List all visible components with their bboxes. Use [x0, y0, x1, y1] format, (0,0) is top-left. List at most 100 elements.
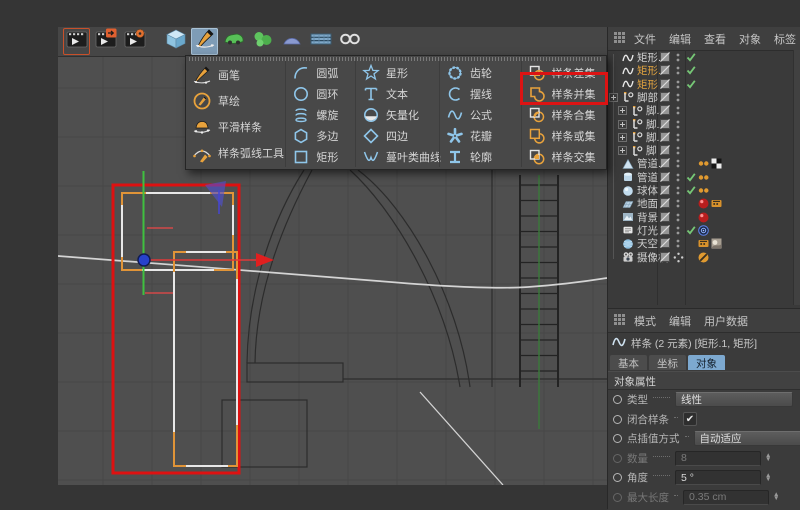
object-row-11[interactable]: 球体	[608, 184, 794, 197]
red-material-tag-icon[interactable]	[698, 211, 709, 224]
enabled-check-icon[interactable]	[686, 184, 697, 197]
object-name[interactable]: 脚部	[637, 91, 658, 104]
menu-item-spline-arc-tool[interactable]: 样条弧线工具	[186, 140, 285, 166]
enabled-check-icon[interactable]	[686, 171, 697, 184]
object-row-13[interactable]: 背景	[608, 211, 794, 224]
layer-tag-icon[interactable]	[660, 251, 671, 264]
menu-item-pen[interactable]: 画笔	[186, 62, 285, 88]
object-name[interactable]: 管道	[637, 171, 658, 184]
visibility-dots-icon[interactable]	[673, 224, 684, 237]
expand-icon[interactable]	[618, 144, 627, 157]
layer-tag-icon[interactable]	[660, 91, 671, 104]
object-row-3[interactable]: 矩形	[608, 78, 794, 91]
keyframe-ring-icon[interactable]	[613, 395, 622, 404]
最大长度-field[interactable]: 0.35 cm	[683, 490, 769, 505]
layer-tag-icon[interactable]	[660, 78, 671, 91]
menu-item-vectorize[interactable]: 矢量化	[356, 104, 439, 125]
stepper-icon[interactable]: ▲▼	[765, 474, 771, 482]
orange-dots-tag-icon[interactable]	[698, 157, 709, 170]
menu-item-text[interactable]: 文本	[356, 83, 439, 104]
visibility-dots-icon[interactable]	[673, 118, 684, 131]
layer-tag-icon[interactable]	[660, 211, 671, 224]
visibility-dots-icon[interactable]	[673, 131, 684, 144]
keyframe-ring-icon[interactable]	[613, 493, 622, 502]
visibility-dots-icon[interactable]	[673, 91, 684, 104]
keyframe-ring-icon[interactable]	[613, 454, 622, 463]
camera-lenses-button[interactable]	[336, 28, 363, 55]
object-name[interactable]: 地面	[637, 197, 658, 210]
visibility-dots-icon[interactable]	[673, 64, 684, 77]
menu-item-spline-or[interactable]: 样条或集	[522, 125, 607, 146]
menu-item-sketch[interactable]: 草绘	[186, 88, 285, 114]
闭合样条-checkbox[interactable]: ✔	[683, 412, 697, 426]
layer-tag-icon[interactable]	[660, 118, 671, 131]
object-name[interactable]: 脚	[646, 144, 657, 157]
environment-floor-button[interactable]	[307, 28, 334, 55]
expand-icon[interactable]	[618, 118, 627, 131]
object-row-1[interactable]: 矩形.2	[608, 51, 794, 64]
expand-icon[interactable]	[618, 104, 627, 117]
menu-item-star[interactable]: 星形	[356, 62, 439, 83]
expand-icon[interactable]	[609, 91, 618, 104]
visibility-dots-icon[interactable]	[673, 184, 684, 197]
layer-tag-icon[interactable]	[660, 224, 671, 237]
menu-item-profile[interactable]: 轮廓	[440, 146, 521, 167]
object-row-7[interactable]: 脚.1	[608, 131, 794, 144]
stepper-icon[interactable]: ▲▼	[773, 493, 779, 501]
metaball-object-button[interactable]	[249, 28, 276, 55]
am-menu-编辑[interactable]: 编辑	[669, 313, 691, 329]
enabled-check-icon[interactable]	[686, 51, 697, 64]
panel-grid-icon[interactable]	[614, 32, 625, 46]
object-name[interactable]: 球体	[637, 184, 658, 197]
visibility-dots-icon[interactable]	[673, 237, 684, 250]
visibility-dots-icon[interactable]	[673, 197, 684, 210]
keyframe-ring-icon[interactable]	[613, 473, 622, 482]
object-row-8[interactable]: 脚	[608, 144, 794, 157]
compositing-tag-icon[interactable]	[711, 197, 722, 210]
om-menu-文件[interactable]: 文件	[634, 31, 656, 47]
keyframe-ring-icon[interactable]	[613, 415, 622, 424]
visibility-dots-icon[interactable]	[673, 157, 684, 170]
layer-tag-icon[interactable]	[660, 184, 671, 197]
layer-tag-icon[interactable]	[660, 197, 671, 210]
visibility-dots-icon[interactable]	[673, 211, 684, 224]
object-name[interactable]: 天空	[637, 237, 658, 250]
red-material-tag-icon[interactable]	[698, 197, 709, 210]
object-name[interactable]: 背景	[637, 211, 658, 224]
visibility-dots-icon[interactable]	[673, 171, 684, 184]
om-menu-编辑[interactable]: 编辑	[669, 31, 691, 47]
keyframe-ring-icon[interactable]	[613, 434, 622, 443]
enabled-check-icon[interactable]	[686, 224, 697, 237]
visibility-dots-icon[interactable]	[673, 78, 684, 91]
menu-item-gear[interactable]: 齿轮	[440, 62, 521, 83]
类型-dropdown[interactable]: 线性	[675, 392, 793, 407]
object-row-14[interactable]: 灯光	[608, 224, 794, 237]
model-object-button[interactable]	[220, 28, 247, 55]
menu-item-cissoid[interactable]: 蔓叶类曲线	[356, 146, 439, 167]
target-tag-icon[interactable]	[698, 224, 709, 237]
object-manager-list[interactable]: 矩形.2矩形.1矩形脚部脚.3脚.2脚.1脚管道.1管道球体地面背景灯光天空摄像…	[608, 50, 800, 305]
visibility-dots-icon[interactable]	[673, 144, 684, 157]
orange-dots-tag-icon[interactable]	[698, 184, 709, 197]
layer-tag-icon[interactable]	[660, 104, 671, 117]
object-row-9[interactable]: 管道.1	[608, 157, 794, 170]
pen-spline-button[interactable]	[191, 28, 218, 55]
object-name[interactable]: 矩形	[637, 78, 658, 91]
menu-item-spline-intersect[interactable]: 样条交集	[522, 146, 607, 167]
layer-tag-icon[interactable]	[660, 64, 671, 77]
object-row-2[interactable]: 矩形.1	[608, 64, 794, 77]
menu-item-circle[interactable]: 圆环	[286, 83, 355, 104]
expand-icon[interactable]	[618, 131, 627, 144]
layer-tag-icon[interactable]	[660, 157, 671, 170]
enabled-check-icon[interactable]	[686, 78, 697, 91]
om-menu-标签[interactable]: 标签	[774, 31, 796, 47]
menu-item-smooth-spline[interactable]: 平滑样条	[186, 114, 285, 140]
layer-tag-icon[interactable]	[660, 171, 671, 184]
tab-基本[interactable]: 基本	[610, 355, 647, 370]
object-manager-scrollbar[interactable]	[793, 50, 800, 305]
orange-dots-tag-icon[interactable]	[698, 171, 709, 184]
menu-item-flower[interactable]: 花瓣	[440, 125, 521, 146]
object-name[interactable]: 灯光	[637, 224, 658, 237]
menu-item-arc[interactable]: 圆弧	[286, 62, 355, 83]
layer-tag-icon[interactable]	[660, 131, 671, 144]
